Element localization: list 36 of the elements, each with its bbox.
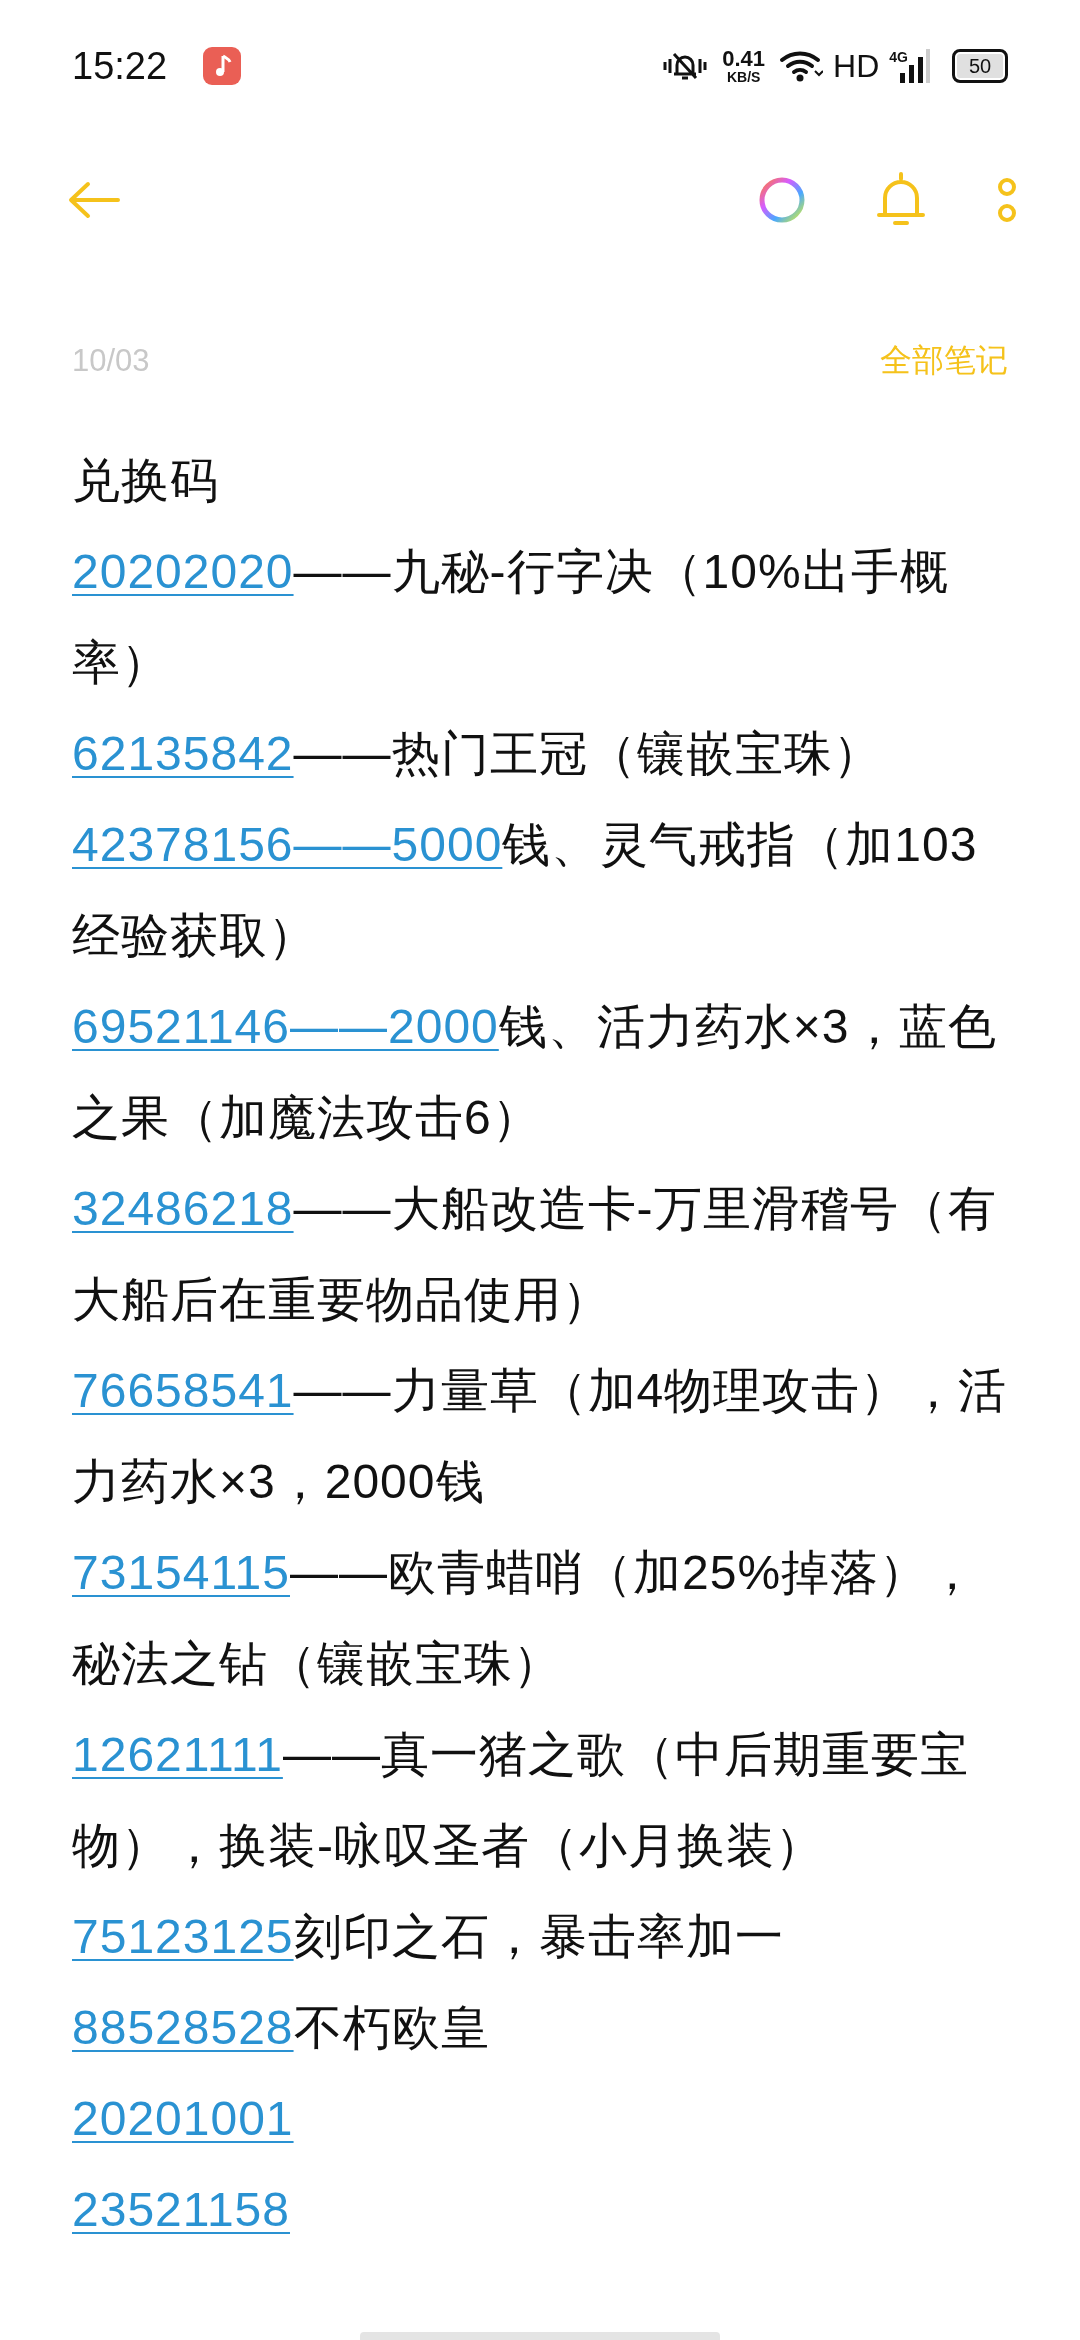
code-link[interactable]: 12621111 xyxy=(72,1728,283,1781)
note-paragraph: 76658541——力量草（加4物理攻击），活力药水×3，2000钱 xyxy=(72,1363,1009,1510)
code-link[interactable]: 20201001 xyxy=(72,2092,294,2145)
note-paragraph: 20202020——九秘-行字决（10%出手概率） xyxy=(72,544,950,691)
code-link[interactable]: 23521158 xyxy=(72,2183,290,2236)
color-ring-icon[interactable] xyxy=(758,176,806,224)
code-link[interactable]: 62135842 xyxy=(72,727,294,780)
battery-indicator: 50 xyxy=(952,49,1008,83)
note-paragraph: 75123125刻印之石，暴击率加一 xyxy=(72,1909,785,1965)
muted-bell-icon xyxy=(662,50,709,82)
note-title: 兑换码 xyxy=(72,453,220,509)
back-arrow-icon[interactable] xyxy=(66,180,122,220)
note-paragraph: 12621111——真一猪之歌（中后期重要宝物），换装-咏叹圣者（小月换装） xyxy=(72,1727,970,1874)
network-speed: 0.41 xyxy=(722,48,766,70)
note-paragraph: 32486218——大船改造卡-万里滑稽号（有大船后在重要物品使用） xyxy=(72,1181,998,1328)
code-link[interactable]: 75123125 xyxy=(72,1910,294,1963)
network-type: 4G xyxy=(889,49,908,65)
note-paragraph: 62135842——热门王冠（镶嵌宝珠） xyxy=(72,726,883,782)
note-paragraph: 73154115——欧青蜡哨（加25%掉落），秘法之钻（镶嵌宝珠） xyxy=(72,1545,979,1692)
code-link[interactable]: 42378156——5000 xyxy=(72,818,503,871)
wifi-icon xyxy=(779,49,824,83)
speed-unit: KB/S xyxy=(726,70,761,84)
hd-label: HD xyxy=(833,47,880,85)
music-note-icon xyxy=(203,47,242,85)
code-link[interactable]: 69521146——2000 xyxy=(72,1000,499,1053)
code-link[interactable]: 20202020 xyxy=(72,545,294,598)
note-paragraph: 88528528不朽欧皇 xyxy=(72,2000,491,2056)
home-indicator[interactable] xyxy=(360,2332,720,2340)
code-link[interactable]: 88528528 xyxy=(72,2001,294,2054)
code-link[interactable]: 32486218 xyxy=(72,1182,294,1235)
note-paragraph: 69521146——2000钱、活力药水×3，蓝色之果（加魔法攻击6） xyxy=(72,999,998,1146)
code-link[interactable]: 73154115 xyxy=(72,1546,290,1599)
note-paragraph: 42378156——5000钱、灵气戒指（加103经验获取） xyxy=(72,817,979,964)
code-link[interactable]: 76658541 xyxy=(72,1364,294,1417)
clock-time: 15:22 xyxy=(72,44,168,88)
more-options-icon[interactable] xyxy=(996,177,1018,223)
